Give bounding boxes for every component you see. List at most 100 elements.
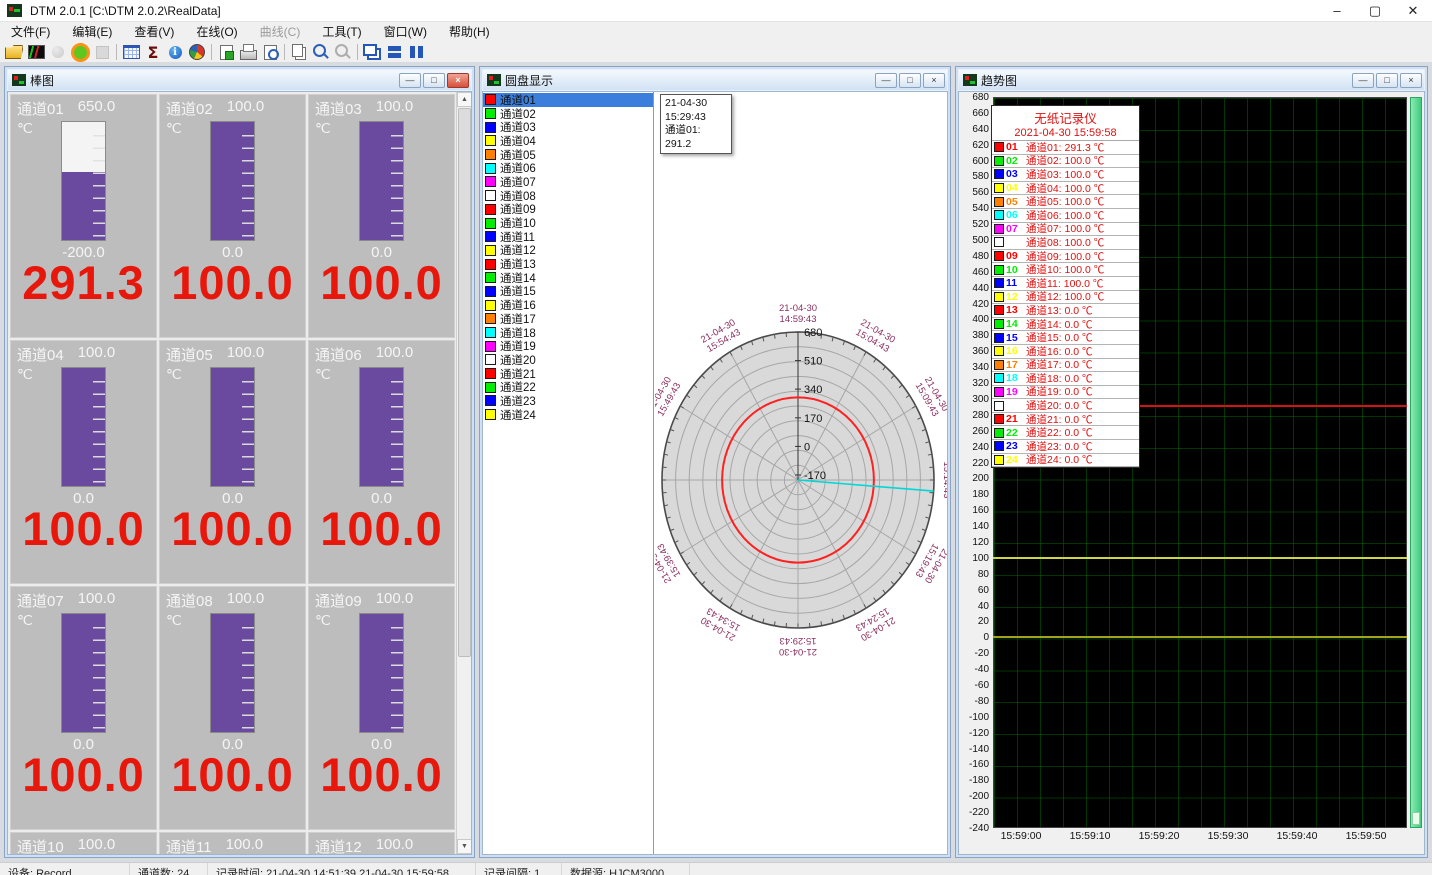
info-icon[interactable] (164, 42, 186, 62)
record-start-icon[interactable] (69, 42, 91, 62)
record-pause-icon[interactable] (47, 42, 69, 62)
maximize-button[interactable]: ▢ (1356, 0, 1394, 21)
print-icon[interactable] (237, 42, 259, 62)
trend-chart-window: 趋势图 — □ × 无纸记录仪 2021-04-30 15:59:58 01 通… (955, 66, 1428, 858)
legend-color-chip (994, 441, 1004, 451)
bar-gauge-cell: 通道03 100.0 ℃ 0.0 100.0 (308, 94, 455, 338)
copy-icon[interactable] (288, 42, 310, 62)
record-stop-icon[interactable] (91, 42, 113, 62)
y-axis-tick: 140 (959, 521, 989, 532)
export-icon[interactable] (215, 42, 237, 62)
bar-minimize-button[interactable]: — (399, 73, 421, 88)
pie-chart-icon[interactable] (186, 42, 208, 62)
disc-window-client: 通道01 通道02 通道03 通道04 (482, 91, 948, 855)
channel-color-chip (485, 245, 496, 256)
zoom-icon[interactable] (310, 42, 332, 62)
menu-item[interactable]: 编辑(E) (61, 22, 123, 41)
menu-item[interactable]: 帮助(H) (438, 22, 501, 41)
range-max: 650.0 (78, 98, 116, 119)
legend-color-chip (994, 292, 1004, 302)
tooltip-value: 通道01: 291.2 (665, 124, 727, 151)
tile-horizontal-icon[interactable] (383, 42, 405, 62)
channel-color-chip (485, 313, 496, 324)
legend-color-chip (994, 360, 1004, 370)
channel-color-chip (485, 176, 496, 187)
y-axis-tick: 600 (959, 156, 989, 167)
y-axis-tick: 480 (959, 251, 989, 262)
menu-item[interactable]: 工具(T) (311, 22, 372, 41)
trend-scrollbar[interactable] (1410, 97, 1422, 828)
y-axis-tick: 640 (959, 124, 989, 135)
bar-restore-button[interactable]: □ (423, 73, 445, 88)
y-axis-tick: 220 (959, 458, 989, 469)
bar-gauge-cell: 通道12 100.0 ℃ 0.0 100.0 (308, 832, 455, 855)
close-button[interactable]: ✕ (1394, 0, 1432, 21)
statusbar: 设备: Record 通道数: 24 记录时间: 21-04-30 14:51:… (0, 862, 1432, 875)
toolbar-separator[interactable] (354, 42, 361, 62)
bar-window-title: 棒图 (30, 72, 54, 89)
menu-item[interactable]: 文件(F) (0, 22, 61, 41)
realtime-monitor-icon[interactable] (25, 42, 47, 62)
range-max: 100.0 (376, 344, 414, 365)
svg-text:510: 510 (804, 356, 822, 368)
channel-color-chip (485, 286, 496, 297)
y-axis-tick: -200 (959, 791, 989, 802)
scroll-up-icon[interactable]: ▲ (457, 92, 472, 107)
svg-text:21-04-3015:29:43: 21-04-3015:29:43 (779, 635, 817, 657)
y-axis-tick: -20 (959, 648, 989, 659)
scroll-thumb[interactable] (458, 108, 471, 657)
open-file-icon[interactable] (3, 42, 25, 62)
menu-item[interactable]: 窗口(W) (373, 22, 438, 41)
legend-channel-number: 13 (1006, 304, 1026, 316)
menu-item[interactable]: 查看(V) (123, 22, 185, 41)
bar-gauge-cell: 通道05 100.0 ℃ 0.0 100.0 (159, 340, 306, 584)
print-preview-icon[interactable] (259, 42, 281, 62)
statusbar-panel: 设备: Record (0, 863, 130, 875)
bar-gauge-cell: 通道01 650.0 ℃ -200.0 291.3 (10, 94, 157, 338)
scroll-down-icon[interactable]: ▼ (457, 839, 472, 854)
trend-scroll-thumb[interactable] (1412, 812, 1420, 825)
x-axis-tick: 15:59:10 (1070, 830, 1111, 842)
legend-channel-number: 22 (1006, 427, 1026, 439)
channel-color-chip (485, 204, 496, 215)
legend-color-chip (994, 251, 1004, 261)
legend-channel-number: 08 (1006, 236, 1026, 248)
toolbar-separator[interactable] (113, 42, 120, 62)
toolbar-separator[interactable] (208, 42, 215, 62)
disc-window-titlebar[interactable]: 圆盘显示 — □ × (482, 69, 948, 91)
trend-restore-button[interactable]: □ (1376, 73, 1398, 88)
trend-window-titlebar[interactable]: 趋势图 — □ × (958, 69, 1425, 91)
toolbar-separator[interactable] (281, 42, 288, 62)
channel-color-chip (485, 190, 496, 201)
legend-color-chip (994, 401, 1004, 411)
disc-restore-button[interactable]: □ (899, 73, 921, 88)
trend-minimize-button[interactable]: — (1352, 73, 1374, 88)
legend-channel-number: 15 (1006, 332, 1026, 344)
y-axis-tick: 560 (959, 187, 989, 198)
legend-channel-number: 18 (1006, 372, 1026, 384)
channel-label: 通道01 (17, 98, 64, 119)
bar-scrollbar[interactable]: ▲ ▼ (456, 92, 471, 854)
y-axis-tick: 660 (959, 108, 989, 119)
channel-list-item[interactable]: 通道24 (483, 408, 653, 422)
disc-close-button[interactable]: × (923, 73, 945, 88)
bar-close-button[interactable]: × (447, 73, 469, 88)
disc-minimize-button[interactable]: — (875, 73, 897, 88)
y-axis-tick: 400 (959, 314, 989, 325)
tile-vertical-icon[interactable] (405, 42, 427, 62)
statistics-icon[interactable]: Σ (142, 42, 164, 62)
cascade-windows-icon[interactable] (361, 42, 383, 62)
menu-item[interactable]: 曲线(C) (249, 22, 312, 41)
zoom-out-icon[interactable] (332, 42, 354, 62)
menu-item[interactable]: 在线(O) (185, 22, 248, 41)
mdi-workspace: 棒图 — □ × 通道01 650.0 ℃ (0, 62, 1432, 862)
minimize-button[interactable]: – (1318, 0, 1356, 21)
channel-value: 100.0 (11, 501, 156, 556)
bar-window-titlebar[interactable]: 棒图 — □ × (7, 69, 472, 91)
data-table-icon[interactable] (120, 42, 142, 62)
channel-label: 通道11 (166, 836, 212, 855)
bar-ticks (93, 124, 105, 238)
bar-ticks (93, 616, 105, 730)
legend-color-chip (994, 142, 1004, 152)
trend-close-button[interactable]: × (1400, 73, 1422, 88)
